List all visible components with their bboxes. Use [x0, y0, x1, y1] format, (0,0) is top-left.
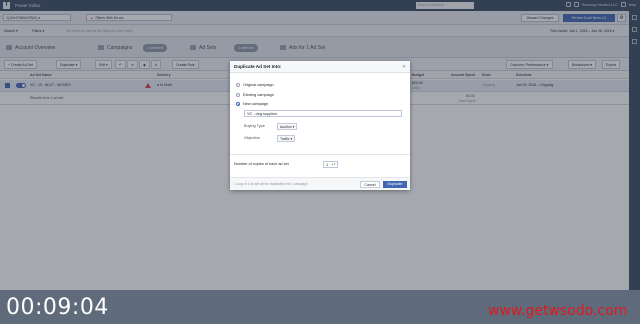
cancel-button[interactable]: Cancel	[360, 181, 380, 188]
close-icon[interactable]: ✕	[402, 61, 406, 73]
stepper-arrows-icon[interactable]: ▲▼	[331, 162, 336, 168]
copies-stepper[interactable]: 1 ▲▼	[323, 161, 338, 168]
dialog-footer: 1 copy of 1 ad set will be duplicated in…	[230, 177, 410, 190]
duplicate-summary: 1 copy of 1 ad set will be duplicated in…	[234, 182, 308, 186]
dialog-title: Duplicate Ad Set Into:	[234, 64, 282, 69]
buying-type-label: Buying Type	[244, 124, 265, 128]
objective-label: Objective	[244, 136, 260, 140]
option-label[interactable]: New campaign	[243, 102, 268, 106]
radio-existing-campaign[interactable]	[236, 93, 240, 97]
divider	[230, 154, 410, 155]
option-label[interactable]: Existing campaign	[243, 93, 274, 97]
copies-label: Number of copies of each ad set	[234, 162, 289, 166]
campaign-name-input[interactable]: VC - dog supplies	[244, 110, 402, 117]
radio-new-campaign[interactable]	[236, 102, 240, 106]
site-watermark: www.getwsodo.com	[488, 303, 628, 319]
dialog-title-bar: Duplicate Ad Set Into: ✕	[230, 61, 410, 73]
duplicate-confirm-button[interactable]: Duplicate	[383, 181, 407, 188]
objective-select[interactable]: Traffic ▾	[277, 135, 296, 142]
duplicate-ad-set-dialog: Duplicate Ad Set Into: ✕ Original campai…	[230, 61, 410, 190]
radio-original-campaign[interactable]	[236, 83, 240, 87]
buying-type-select[interactable]: Auction ▾	[277, 123, 298, 130]
video-timer: 00:09:04	[6, 295, 109, 320]
option-label[interactable]: Original campaign	[243, 83, 274, 87]
